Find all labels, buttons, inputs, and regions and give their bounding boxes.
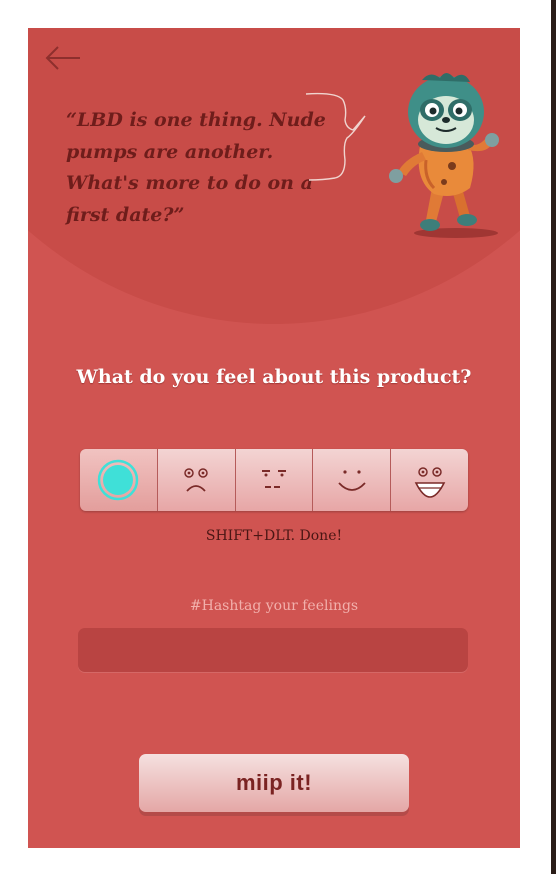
miip-it-button[interactable]: miip it! [139,754,409,812]
grin-face-icon [414,467,445,498]
rating-option-grin[interactable] [391,449,468,511]
emotion-rating [80,449,468,511]
annoyed-face-icon [261,470,286,488]
hashtag-input[interactable] [78,628,468,672]
smile-face-icon [338,470,366,491]
speech-bracket-icon [305,92,366,181]
rating-option-sad[interactable] [157,449,236,511]
rating-option-meh[interactable] [235,449,314,511]
rating-option-smile[interactable] [313,449,392,511]
back-button[interactable] [44,42,84,74]
rating-caption: SHIFT+DLT. Done! [205,528,343,544]
feedback-screen: “LBD is one thing. Nude pumps are anothe… [28,28,520,848]
rating-option-selected[interactable] [80,449,158,511]
arrow-left-icon [45,46,80,70]
window-edge [551,0,556,874]
astronaut-sloth-illustration [389,73,499,238]
hero-quote: “LBD is one thing. Nude pumps are anothe… [66,109,326,226]
sad-face-icon [184,468,208,492]
hashtag-label: #Hashtag your feelings [189,598,359,614]
selected-circle-icon [98,459,139,501]
feedback-question: What do you feel about this product? [76,366,472,388]
